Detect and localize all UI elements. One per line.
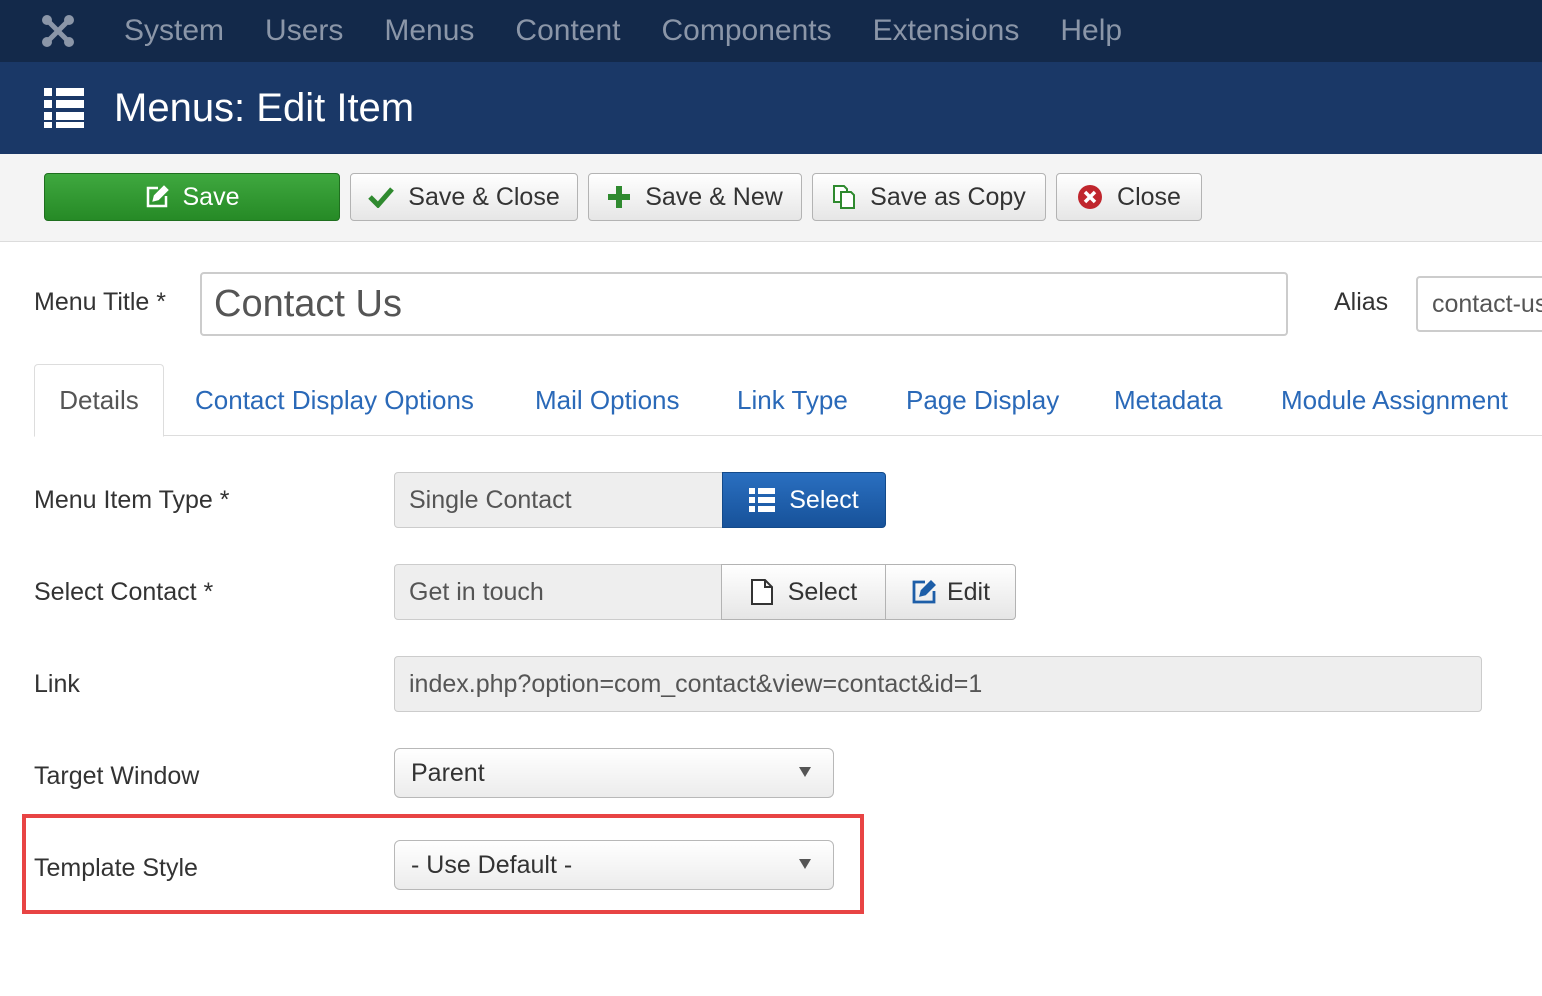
list-icon [44, 88, 84, 128]
tab-contact-display-options[interactable]: Contact Display Options [195, 364, 474, 436]
toolbar: Save Save & Close Save & New Save as Cop… [0, 154, 1542, 242]
menu-item-type-label: Menu Item Type * [34, 486, 230, 514]
tab-details[interactable]: Details [34, 364, 164, 437]
page-title: Menus: Edit Item [114, 85, 415, 130]
alias-label: Alias [1334, 288, 1389, 316]
nav-extensions[interactable]: Extensions [873, 0, 1020, 62]
select-contact-field: Get in touch [394, 564, 724, 620]
save-button[interactable]: Save [44, 173, 340, 221]
contact-edit-label: Edit [946, 577, 991, 606]
contact-select-label: Select [787, 577, 858, 606]
target-window-label: Target Window [34, 762, 200, 790]
select-contact-label: Select Contact * [34, 578, 214, 606]
checkmark-icon [368, 186, 395, 208]
menu-item-type-field: Single Contact [394, 472, 724, 528]
edit-icon [145, 185, 169, 209]
select-label: Select [789, 485, 859, 514]
save-label: Save [182, 182, 240, 211]
target-window-value: Parent [411, 758, 485, 787]
tab-link-type[interactable]: Link Type [737, 364, 848, 436]
chevron-down-icon [799, 767, 811, 777]
menu-title-input[interactable]: Contact Us [200, 272, 1288, 336]
copy-icon [832, 184, 856, 210]
tab-mail-options[interactable]: Mail Options [535, 364, 680, 436]
file-icon [750, 578, 774, 606]
menu-title-label: Menu Title * [34, 288, 167, 316]
nav-help[interactable]: Help [1060, 0, 1122, 62]
page-header: Menus: Edit Item [0, 62, 1542, 154]
contact-edit-button[interactable]: Edit [885, 564, 1016, 620]
save-copy-label: Save as Copy [870, 182, 1026, 211]
tab-metadata[interactable]: Metadata [1114, 364, 1222, 436]
top-navbar: System Users Menus Content Components Ex… [0, 0, 1542, 62]
link-label: Link [34, 670, 80, 698]
edit-icon [911, 579, 937, 605]
nav-menus[interactable]: Menus [384, 0, 474, 62]
nav-users[interactable]: Users [265, 0, 343, 62]
save-new-button[interactable]: Save & New [588, 173, 802, 221]
highlight-box [22, 814, 864, 914]
save-new-label: Save & New [645, 182, 783, 211]
save-close-button[interactable]: Save & Close [350, 173, 578, 221]
save-close-label: Save & Close [408, 182, 560, 211]
nav-components[interactable]: Components [662, 0, 832, 62]
tab-page-display[interactable]: Page Display [906, 364, 1059, 436]
tab-module-assignment[interactable]: Module Assignment [1281, 364, 1508, 436]
close-label: Close [1117, 182, 1181, 211]
link-field: index.php?option=com_contact&view=contac… [394, 656, 1482, 712]
close-circle-icon [1077, 184, 1103, 210]
menu-item-type-select-button[interactable]: Select [722, 472, 886, 528]
alias-input[interactable]: contact-us [1416, 276, 1542, 332]
top-menu: System Users Menus Content Components Ex… [120, 0, 1163, 62]
save-copy-button[interactable]: Save as Copy [812, 173, 1046, 221]
nav-system[interactable]: System [124, 0, 224, 62]
contact-select-button[interactable]: Select [721, 564, 886, 620]
target-window-select[interactable]: Parent [394, 748, 834, 798]
joomla-logo-icon[interactable] [0, 0, 120, 62]
tab-bar: Details Contact Display Options Mail Opt… [34, 364, 1542, 437]
list-icon [749, 488, 776, 512]
plus-icon [607, 185, 631, 209]
close-button[interactable]: Close [1056, 173, 1202, 221]
nav-content[interactable]: Content [515, 0, 620, 62]
